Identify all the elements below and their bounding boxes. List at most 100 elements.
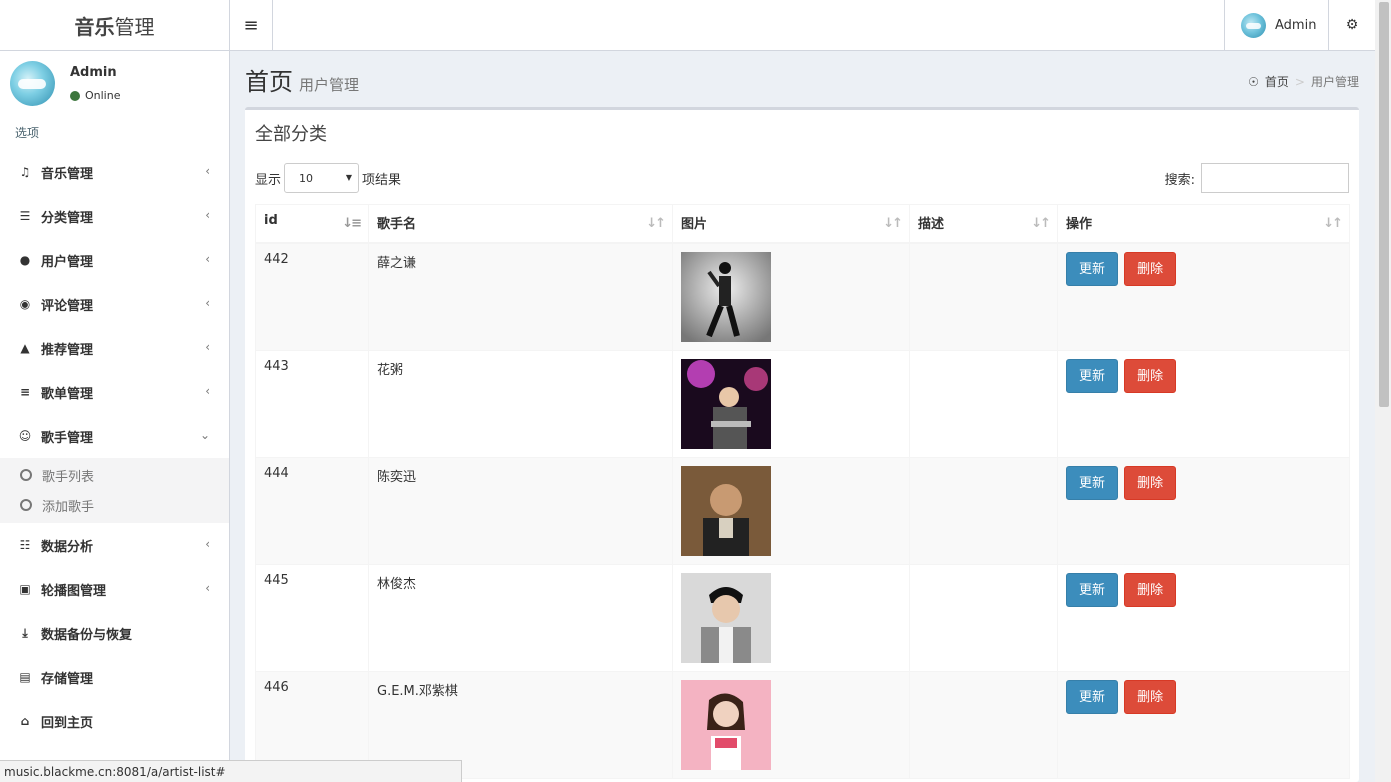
page-title: 首页 xyxy=(245,68,293,96)
sort-icon: ↓↑ xyxy=(883,216,903,231)
app-logo[interactable]: 音乐 管理 xyxy=(0,0,230,51)
update-button[interactable]: 更新 xyxy=(1066,465,1119,500)
column-header-id[interactable]: id ↓≡ xyxy=(255,204,369,244)
cell-image xyxy=(672,563,910,672)
column-header-actions[interactable]: 操作 ↓↑ xyxy=(1057,204,1350,244)
length-suffix: 项结果 xyxy=(362,172,402,188)
sidebar-item-singers[interactable]: ☺ 歌手管理 ⌄ xyxy=(0,414,229,458)
sidebar-item-analytics[interactable]: ☷ 数据分析 ‹ xyxy=(0,523,229,567)
sidebar-user-status: Online xyxy=(70,89,120,102)
user-menu-name: Admin xyxy=(1275,17,1317,33)
online-dot-icon xyxy=(70,90,80,101)
submenu-item-singer-list[interactable]: 歌手列表 xyxy=(0,460,229,490)
delete-button[interactable]: 删除 xyxy=(1124,251,1177,286)
cell-name: 薛之谦 xyxy=(368,242,673,351)
update-button[interactable]: 更新 xyxy=(1066,358,1119,393)
sort-icon: ↓↑ xyxy=(1323,216,1343,231)
column-header-name[interactable]: 歌手名 ↓↑ xyxy=(368,204,673,244)
delete-button[interactable]: 删除 xyxy=(1124,572,1177,607)
delete-button[interactable]: 删除 xyxy=(1124,358,1177,393)
chevron-left-icon: ‹ xyxy=(205,581,210,595)
cell-id: 443 xyxy=(255,349,369,458)
sliders-icon: ≡ xyxy=(19,385,31,399)
avatar xyxy=(1241,12,1266,38)
cell-id: 444 xyxy=(255,456,369,565)
chevron-left-icon: ‹ xyxy=(205,537,210,551)
search-input[interactable] xyxy=(1201,163,1349,193)
home-icon: ⌂ xyxy=(20,714,30,728)
sidebar-item-playlists[interactable]: ≡ 歌单管理 ‹ xyxy=(0,370,229,414)
sidebar: Admin Online 选项 ♫ 音乐管理 ‹ ☰ 分类管理 ‹ ● 用户管理 ‹ ◉ 评论… xyxy=(0,51,230,782)
sidebar-item-label: 歌单管理 xyxy=(41,386,94,402)
chevron-left-icon: ‹ xyxy=(205,296,210,310)
scrollbar-thumb[interactable] xyxy=(1379,2,1389,407)
breadcrumb-current: 用户管理 xyxy=(1310,75,1359,89)
cell-actions: 更新 删除 xyxy=(1057,563,1350,672)
download-icon: ⤓ xyxy=(22,625,28,640)
sidebar-item-music[interactable]: ♫ 音乐管理 ‹ xyxy=(0,150,229,194)
sidebar-item-label: 存储管理 xyxy=(41,671,94,687)
artist-photo xyxy=(681,465,771,556)
sitemap-icon: ▲ xyxy=(20,341,30,355)
sidebar-item-label: 推荐管理 xyxy=(41,342,94,358)
sidebar-item-recommend[interactable]: ▲ 推荐管理 ‹ xyxy=(0,326,229,370)
sort-asc-icon: ↓≡ xyxy=(342,216,362,231)
sidebar-item-backup[interactable]: ⤓ 数据备份与恢复 xyxy=(0,611,229,655)
sidebar-toggle-button[interactable]: ≡ xyxy=(230,0,273,50)
update-button[interactable]: 更新 xyxy=(1066,251,1119,286)
sort-icon: ↓↑ xyxy=(646,216,666,231)
logo-light: 管理 xyxy=(114,14,155,39)
column-header-label: 操作 xyxy=(1066,217,1093,232)
sidebar-user-name: Admin xyxy=(70,65,117,80)
circle-icon xyxy=(20,469,32,481)
sidebar-item-category[interactable]: ☰ 分类管理 ‹ xyxy=(0,194,229,238)
sidebar-item-label: 音乐管理 xyxy=(41,166,94,182)
column-header-description[interactable]: 描述 ↓↑ xyxy=(909,204,1058,244)
table-row: 445 林俊杰 更新 删除 xyxy=(255,563,1350,672)
breadcrumb-home-link[interactable]: 首页 xyxy=(1265,73,1289,90)
cell-image xyxy=(672,670,910,779)
artist-photo xyxy=(681,572,771,663)
submenu-item-label: 添加歌手 xyxy=(42,499,95,515)
sidebar-item-storage[interactable]: ▤ 存储管理 xyxy=(0,655,229,699)
update-button[interactable]: 更新 xyxy=(1066,679,1119,714)
browser-status-bar: music.blackme.cn:8081/a/artist-list# xyxy=(0,760,462,782)
caret-down-icon: ▼ xyxy=(345,173,353,182)
delete-button[interactable]: 删除 xyxy=(1124,465,1177,500)
column-header-label: id xyxy=(264,213,278,228)
update-button[interactable]: 更新 xyxy=(1066,572,1119,607)
sidebar-item-banners[interactable]: ▣ 轮播图管理 ‹ xyxy=(0,567,229,611)
sidebar-item-users[interactable]: ● 用户管理 ‹ xyxy=(0,238,229,282)
delete-button[interactable]: 删除 xyxy=(1124,679,1177,714)
content-header: 首页 用户管理 xyxy=(245,62,359,97)
table-row: 443 花粥 更新 删除 xyxy=(255,349,1350,458)
sidebar-item-home[interactable]: ⌂ 回到主页 xyxy=(0,699,229,743)
status-text: Online xyxy=(85,89,121,102)
gears-icon: ⚙ xyxy=(1345,17,1359,33)
chevron-left-icon: ‹ xyxy=(205,340,210,354)
sidebar-item-comments[interactable]: ◉ 评论管理 ‹ xyxy=(0,282,229,326)
page-scrollbar[interactable] xyxy=(1375,0,1391,782)
content-box: 全部分类 显示 10 ▼ 项结果 搜索: id ↓≡ 歌手名 ↓↑ 图片 ↓↑ 描述 ↓↑… xyxy=(245,107,1359,782)
sidebar-item-label: 轮播图管理 xyxy=(41,583,107,599)
chevron-left-icon: ‹ xyxy=(205,252,210,266)
cell-actions: 更新 删除 xyxy=(1057,670,1350,779)
singers-submenu: 歌手列表 添加歌手 xyxy=(0,458,229,523)
cell-actions: 更新 删除 xyxy=(1057,456,1350,565)
artist-photo xyxy=(681,679,771,770)
column-header-image[interactable]: 图片 ↓↑ xyxy=(672,204,910,244)
sidebar-item-label: 数据分析 xyxy=(41,539,94,555)
cell-actions: 更新 删除 xyxy=(1057,242,1350,351)
circle-icon xyxy=(20,499,32,511)
sidebar-item-label: 评论管理 xyxy=(41,298,94,314)
user-menu[interactable]: Admin xyxy=(1224,0,1328,50)
user-circle-icon: ☺ xyxy=(18,429,32,443)
table-row: 442 薛之谦 更新 删除 xyxy=(255,242,1350,351)
user-panel: Admin Online xyxy=(0,51,229,116)
page-length-value: 10 xyxy=(299,171,314,185)
logo-bold: 音乐 xyxy=(74,14,115,39)
page-length-select[interactable]: 10 ▼ xyxy=(284,163,360,193)
sidebar-item-label: 分类管理 xyxy=(41,210,94,226)
settings-button[interactable]: ⚙ xyxy=(1328,0,1375,50)
submenu-item-add-singer[interactable]: 添加歌手 xyxy=(0,490,229,520)
